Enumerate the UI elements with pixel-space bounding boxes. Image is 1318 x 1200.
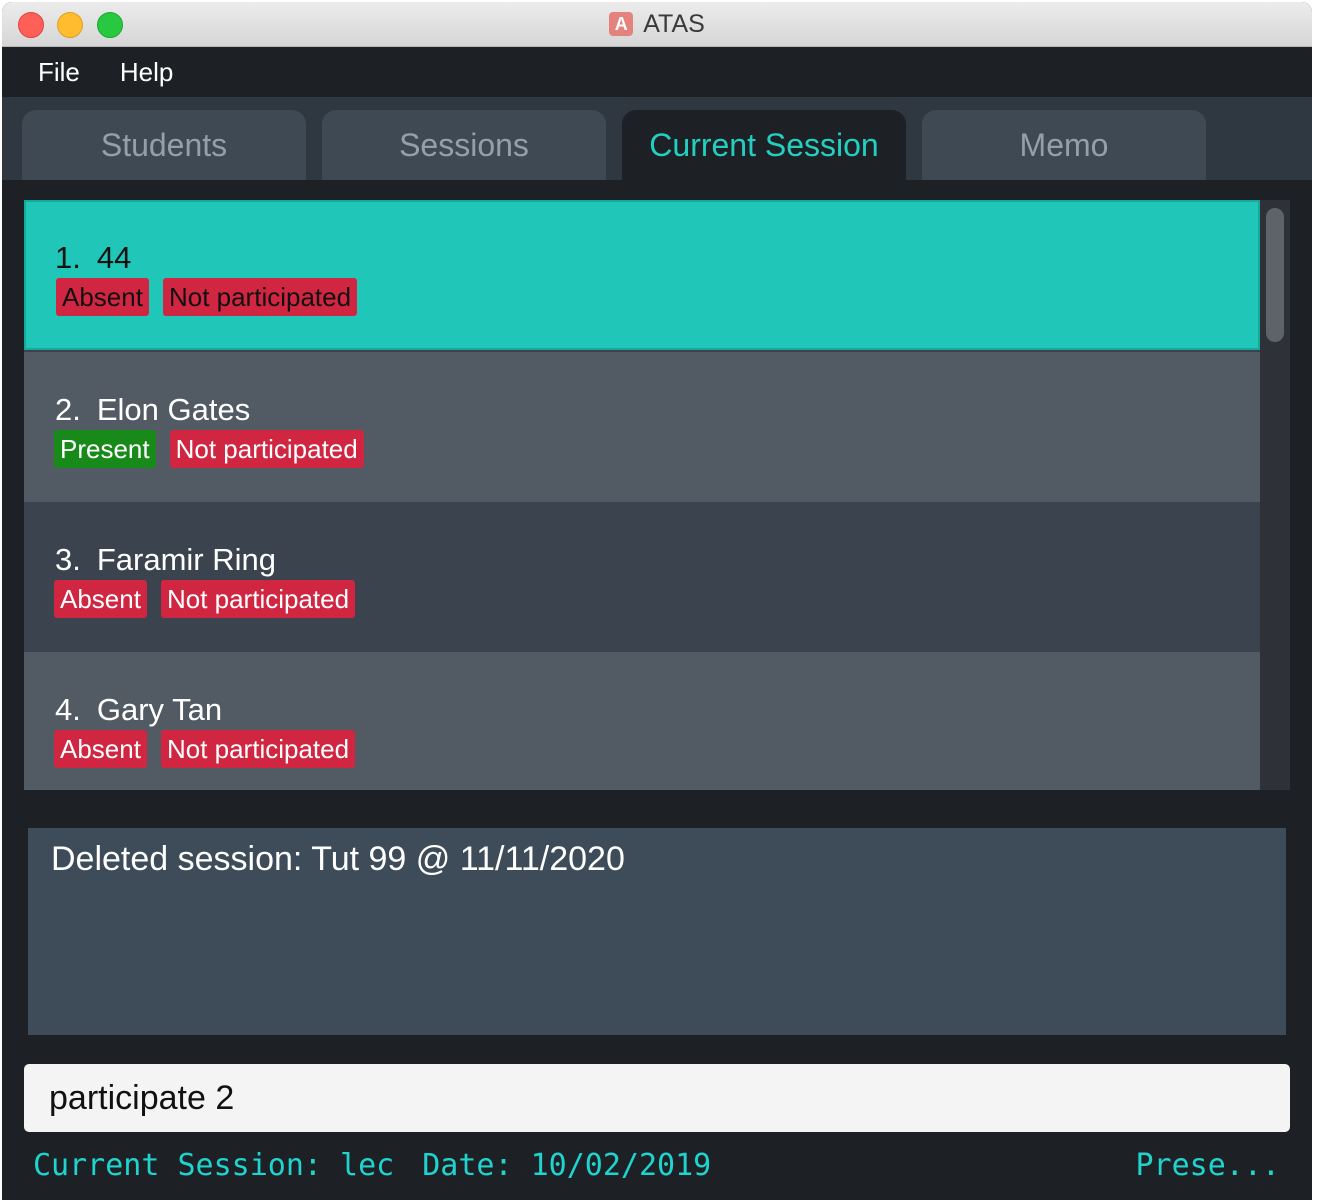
- badge-group: Present Not participated: [54, 430, 378, 468]
- attendance-badge: Absent: [54, 580, 147, 618]
- attendance-badge: Present: [54, 430, 156, 468]
- tab-students[interactable]: Students: [22, 110, 306, 180]
- menu-bar: File Help: [2, 47, 1312, 97]
- badge-group: Absent Not participated: [54, 580, 369, 618]
- student-title: 2. Elon Gates: [55, 392, 250, 428]
- attendance-badge: Absent: [54, 730, 147, 768]
- list-scrollbar[interactable]: [1260, 200, 1290, 790]
- date-status: Date: 10/02/2019: [422, 1148, 712, 1183]
- student-name: Faramir Ring: [96, 542, 277, 577]
- tab-current-session[interactable]: Current Session: [622, 110, 906, 180]
- list-item[interactable]: 3. Faramir Ring Absent Not participated: [24, 502, 1260, 652]
- student-name: Gary Tan: [96, 692, 223, 727]
- status-right: Prese...: [1135, 1148, 1281, 1183]
- result-display: Deleted session: Tut 99 @ 11/11/2020: [28, 828, 1286, 1035]
- student-title: 1. 44: [55, 240, 131, 276]
- attendance-list[interactable]: 1. 44 Absent Not participated 2. Elon Gate…: [24, 200, 1290, 790]
- tab-bar: Students Sessions Current Session Memo: [2, 97, 1312, 180]
- student-index: 3.: [55, 542, 81, 577]
- app-window: A ATAS File Help Students Sessions Curre…: [2, 2, 1312, 1200]
- title-bar[interactable]: A ATAS: [2, 2, 1312, 47]
- menu-help[interactable]: Help: [120, 57, 173, 88]
- list-item[interactable]: 1. 44 Absent Not participated: [24, 200, 1260, 350]
- participation-badge: Not participated: [160, 580, 356, 618]
- badge-group: Absent Not participated: [56, 278, 371, 316]
- student-index: 1.: [55, 240, 81, 275]
- window-title: ATAS: [643, 9, 705, 38]
- badge-group: Absent Not participated: [54, 730, 369, 768]
- student-title: 3. Faramir Ring: [55, 542, 276, 578]
- student-name: 44: [96, 240, 132, 275]
- status-bar: Current Session: lec Date: 10/02/2019 Pre…: [2, 1142, 1312, 1200]
- student-name: Elon Gates: [96, 392, 251, 427]
- tab-memo[interactable]: Memo: [922, 110, 1206, 180]
- list-item[interactable]: 2. Elon Gates Present Not participated: [24, 352, 1260, 502]
- command-input[interactable]: [24, 1064, 1290, 1132]
- student-index: 2.: [55, 392, 81, 427]
- scrollbar-thumb[interactable]: [1266, 208, 1284, 342]
- participation-badge: Not participated: [169, 430, 364, 468]
- menu-file[interactable]: File: [38, 57, 80, 88]
- tab-sessions[interactable]: Sessions: [322, 110, 606, 180]
- participation-badge: Not participated: [160, 730, 356, 768]
- list-item[interactable]: 4. Gary Tan Absent Not participated: [24, 652, 1260, 790]
- window-title-group: A ATAS: [2, 2, 1312, 46]
- participation-badge: Not participated: [162, 278, 358, 316]
- current-session-status: Current Session: lec: [33, 1148, 395, 1183]
- student-index: 4.: [55, 692, 81, 727]
- attendance-badge: Absent: [56, 278, 149, 316]
- student-title: 4. Gary Tan: [55, 692, 222, 728]
- status-left: Current Session: lec Date: 10/02/2019: [33, 1148, 711, 1183]
- app-icon: A: [609, 12, 634, 36]
